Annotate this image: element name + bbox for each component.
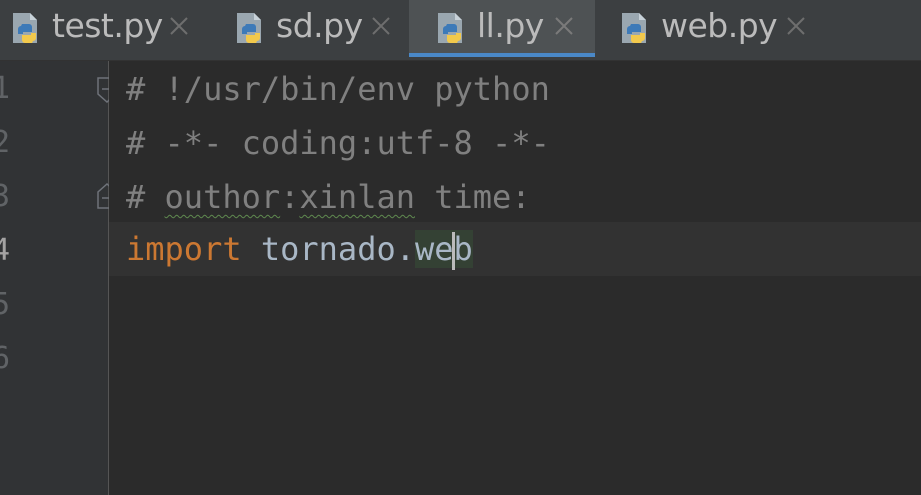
- line-number: 5: [0, 287, 11, 322]
- code-line-4[interactable]: import tornado.web: [126, 229, 473, 270]
- tab-sd-py[interactable]: sd.py: [212, 0, 408, 57]
- python-file-icon: [13, 13, 37, 43]
- tab-ll-py[interactable]: ll.py: [409, 0, 595, 57]
- line-number-current: 4: [0, 233, 11, 268]
- tab-label: test.py: [52, 6, 163, 45]
- close-icon[interactable]: [785, 15, 807, 37]
- code-editor[interactable]: # !/usr/bin/env python # -*- coding:utf-…: [109, 61, 921, 495]
- python-file-icon: [237, 13, 261, 43]
- identifier-highlight: web: [414, 230, 473, 270]
- comment-hash: #: [126, 178, 165, 216]
- tab-test-py[interactable]: test.py: [0, 0, 210, 57]
- line-number: 6: [0, 341, 11, 376]
- close-icon[interactable]: [553, 15, 575, 37]
- module-name: tornado.: [241, 230, 415, 268]
- identifier-part: we: [414, 230, 454, 268]
- keyword-import: import: [126, 230, 242, 268]
- close-icon[interactable]: [370, 15, 392, 37]
- code-line-3[interactable]: # outhor:xinlan time:: [126, 177, 531, 217]
- close-icon[interactable]: [168, 15, 190, 37]
- identifier-part: b: [453, 230, 473, 268]
- ide-window: test.py sd.py ll.py web.py 1 2 3 4 5 6 #…: [0, 0, 921, 495]
- code-line-1[interactable]: # !/usr/bin/env python: [126, 69, 550, 109]
- editor-tab-bar: test.py sd.py ll.py web.py: [0, 0, 921, 61]
- typo-word: outhor: [164, 178, 281, 216]
- typo-word: xinlan: [299, 178, 415, 216]
- line-number: 3: [0, 179, 11, 214]
- python-file-icon: [622, 13, 646, 43]
- line-number: 1: [0, 71, 11, 106]
- code-line-2[interactable]: # -*- coding:utf-8 -*-: [126, 123, 550, 163]
- tab-label: ll.py: [477, 6, 544, 45]
- line-number-gutter[interactable]: 1 2 3 4 5 6: [0, 61, 117, 495]
- line-number: 2: [0, 125, 11, 160]
- tab-label: sd.py: [276, 6, 363, 45]
- comment-text: time:: [414, 178, 531, 216]
- python-file-icon: [438, 13, 462, 43]
- tab-web-py[interactable]: web.py: [597, 0, 825, 57]
- tab-label: web.py: [661, 6, 778, 45]
- comment-colon: :: [280, 178, 300, 216]
